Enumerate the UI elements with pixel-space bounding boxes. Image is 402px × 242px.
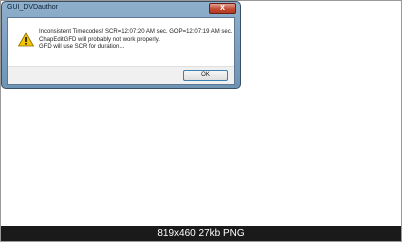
- close-icon: x: [219, 2, 225, 12]
- dialog-footer: OK: [8, 66, 234, 84]
- message-line: ChapEditGFD will probably not work prope…: [39, 36, 160, 43]
- dialog-title: GUI_DVDauthor: [7, 4, 58, 11]
- message-line: GFD will use SCR for duration...: [39, 44, 125, 50]
- close-button[interactable]: x: [209, 2, 236, 14]
- ok-button[interactable]: OK: [183, 70, 228, 81]
- dialog-message: Inconsistent Timecodes! SCR=12:07:20 AM …: [39, 29, 232, 52]
- dialog-titlebar[interactable]: GUI_DVDauthor x: [2, 2, 240, 17]
- image-caption: 819x460 27kb PNG: [1, 226, 401, 241]
- warning-icon: [18, 32, 34, 47]
- dialog-body: Inconsistent Timecodes! SCR=12:07:20 AM …: [7, 17, 235, 85]
- message-dialog: GUI_DVDauthor x Inconsistent Timecodes! …: [1, 1, 241, 89]
- message-line: Inconsistent Timecodes! SCR=12:07:20 AM …: [39, 29, 233, 35]
